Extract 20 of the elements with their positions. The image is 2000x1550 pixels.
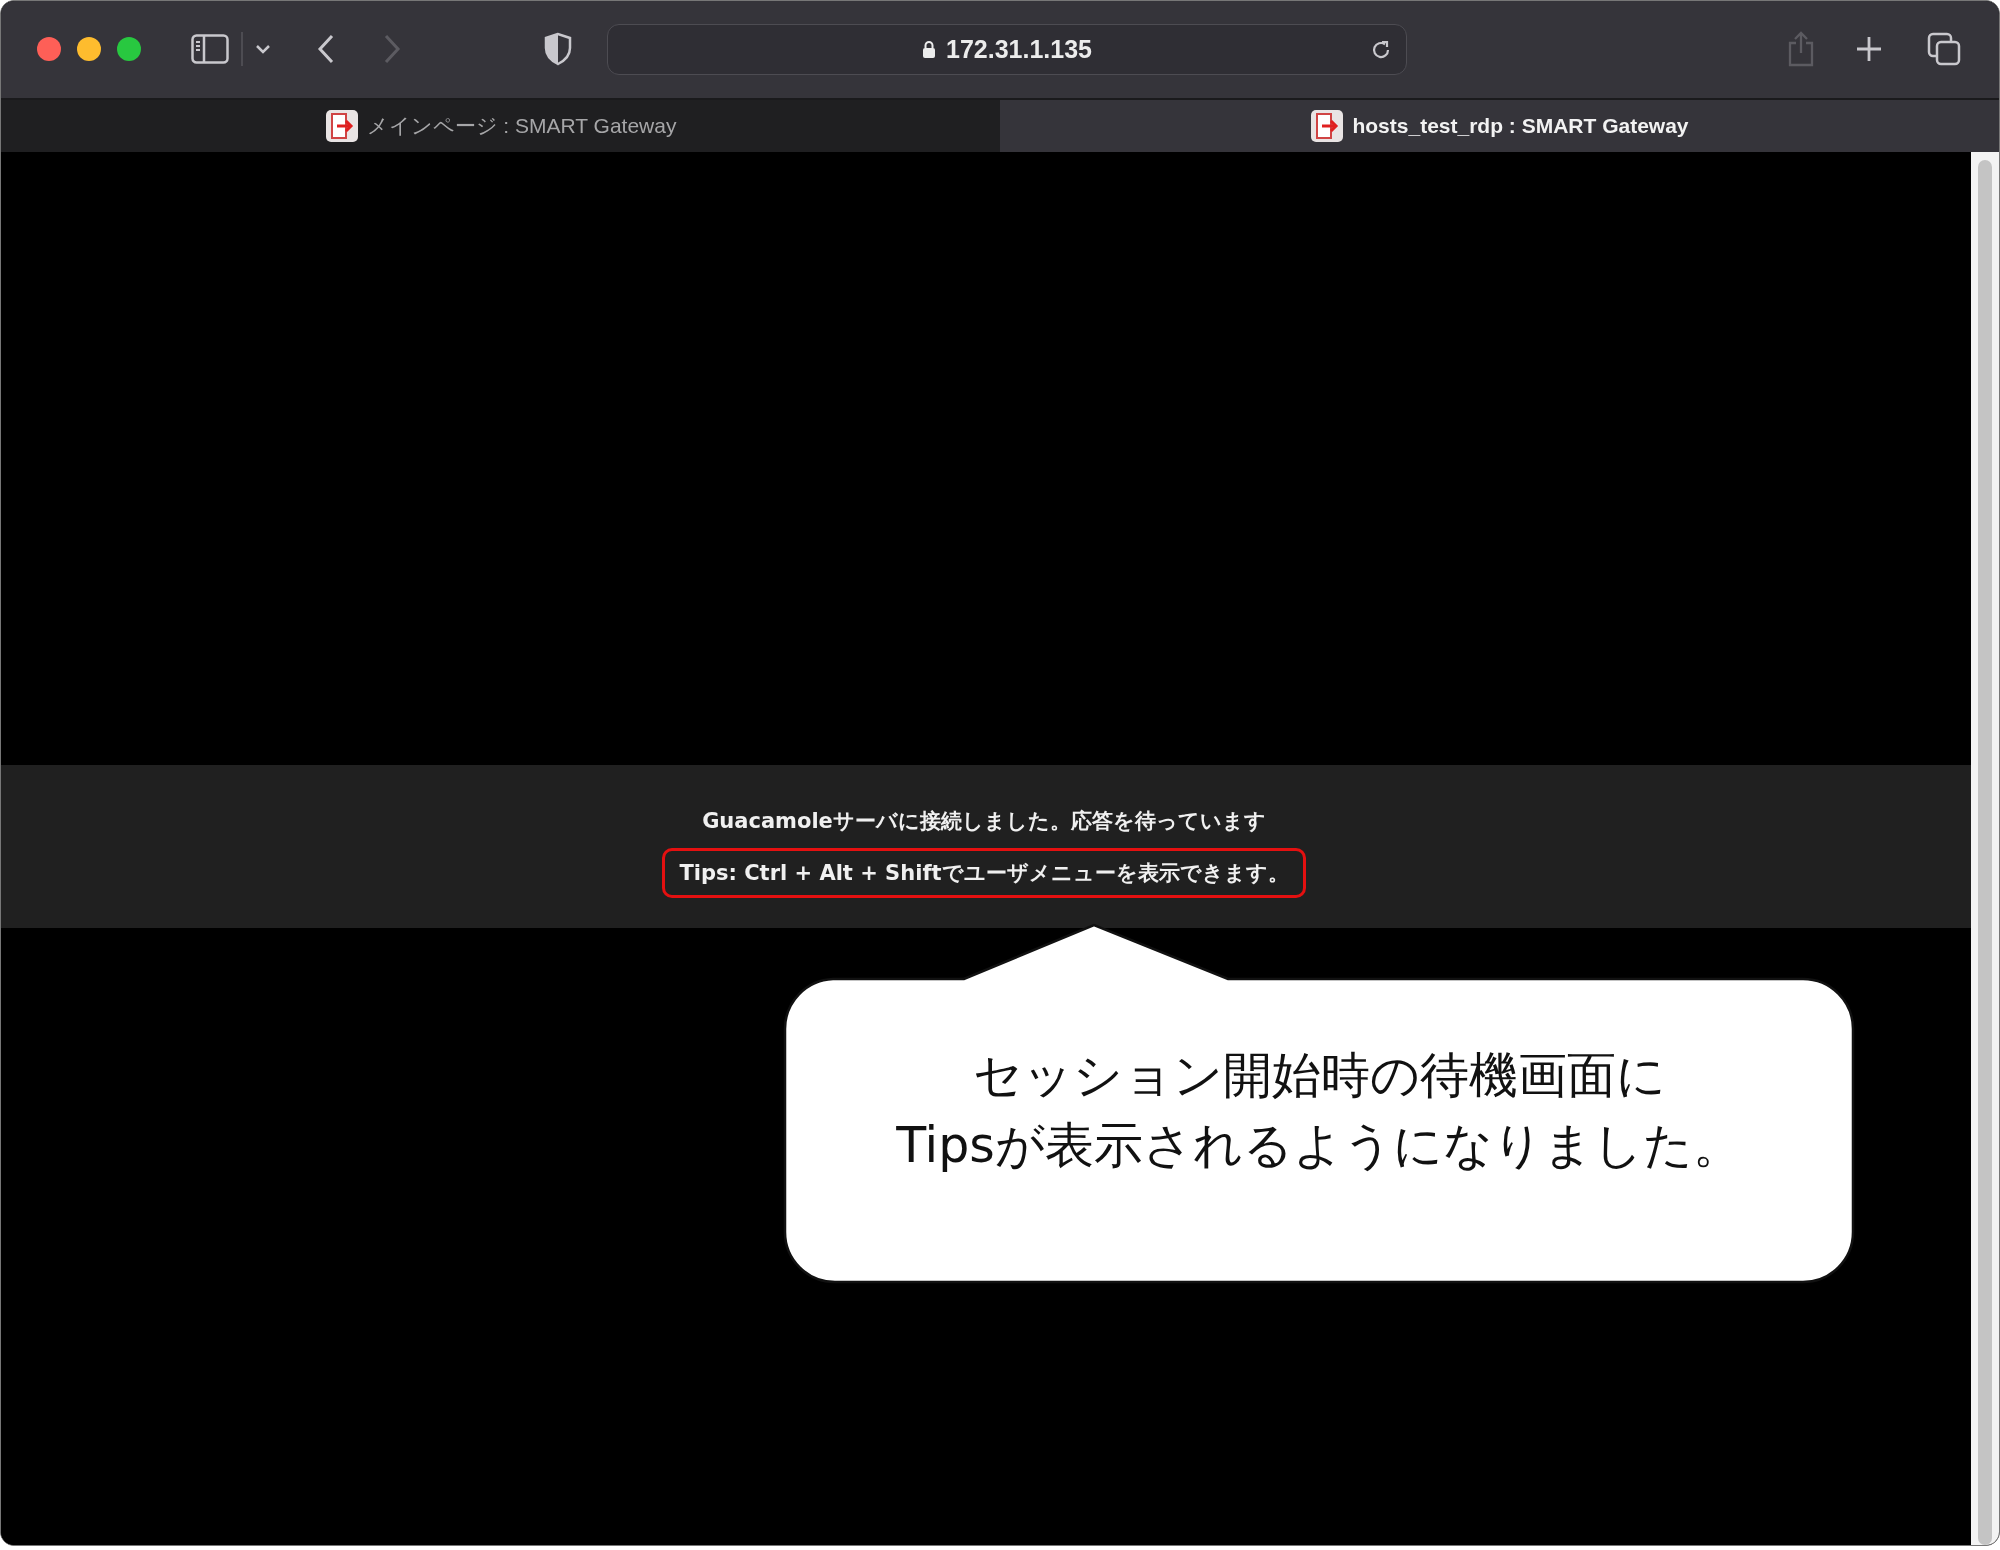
close-window-button[interactable] xyxy=(37,37,61,62)
browser-tab[interactable]: メインページ : SMART Gateway xyxy=(1,99,1000,152)
callout-text: Tipsが表示されるようになりました。 xyxy=(896,1115,1742,1176)
address-bar[interactable]: 172.31.1.135 xyxy=(607,23,1407,75)
reload-icon[interactable] xyxy=(1370,38,1392,61)
url-text: 172.31.1.135 xyxy=(946,34,1092,64)
tab-overview-icon[interactable] xyxy=(1927,32,1961,67)
sidebar-icon[interactable] xyxy=(191,34,229,65)
lock-icon xyxy=(922,40,936,59)
callout-text: セッション開始時の待機画面に xyxy=(972,1045,1666,1106)
favicon-icon xyxy=(1310,108,1345,143)
status-message: Guacamoleサーバに接続しました。応答を待っています xyxy=(701,807,1267,835)
zoom-window-button[interactable] xyxy=(117,37,141,62)
favicon-icon xyxy=(324,108,359,143)
minimize-window-button[interactable] xyxy=(77,37,101,62)
chevron-down-icon[interactable] xyxy=(255,44,271,55)
shield-icon[interactable] xyxy=(543,32,573,67)
highlighted-tip-message: Tips: Ctrl + Alt + Shiftでユーザメニューを表示できます。 xyxy=(662,847,1306,898)
new-tab-icon[interactable] xyxy=(1855,35,1883,64)
back-icon[interactable] xyxy=(317,34,335,65)
